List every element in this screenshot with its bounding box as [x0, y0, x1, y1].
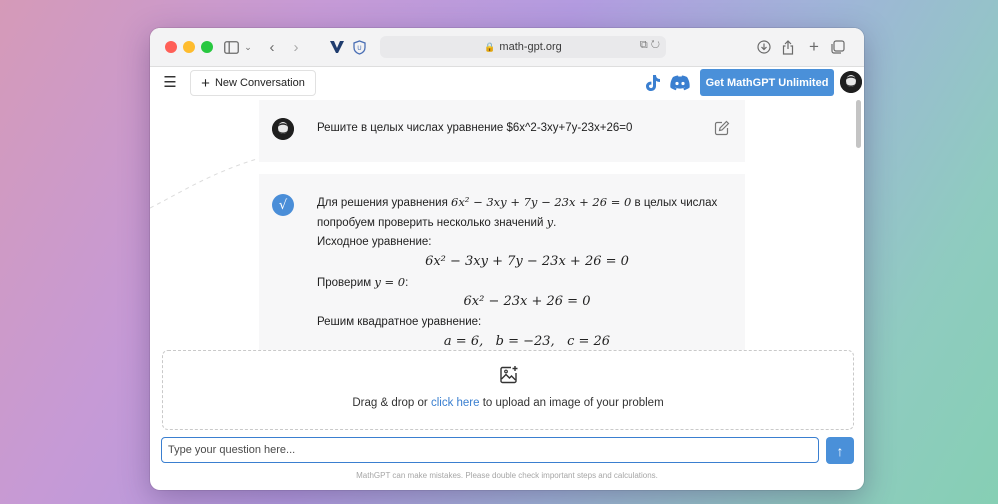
- back-arrow-icon[interactable]: ‹: [264, 37, 280, 57]
- upload-click-here-link[interactable]: click here: [431, 397, 480, 409]
- browser-window: ⌄ ‹ › U 🔒 math-gpt.org ⧉ ↻ + ☰ + New Con…: [150, 28, 864, 490]
- assistant-message-text: Для решения уравнения 6x² − 3xy + 7y − 2…: [317, 192, 737, 352]
- conversation-area: Решите в целых числах уравнение $6x^2-3x…: [150, 98, 864, 380]
- user-message-card: Решите в целых числах уравнение $6x^2-3x…: [259, 100, 745, 162]
- address-bar[interactable]: 🔒 math-gpt.org ⧉ ↻: [380, 36, 666, 58]
- new-conversation-button[interactable]: + New Conversation: [190, 70, 316, 96]
- tiktok-icon[interactable]: [642, 73, 662, 93]
- new-conversation-label: New Conversation: [214, 77, 305, 89]
- scrollbar-thumb[interactable]: [856, 100, 861, 148]
- chevron-down-icon[interactable]: ⌄: [242, 37, 254, 57]
- user-message-text: Решите в целых числах уравнение $6x^2-3x…: [317, 122, 633, 134]
- download-icon[interactable]: [756, 37, 772, 57]
- mathgpt-logo-icon: √: [272, 194, 294, 216]
- answer-line: Для решения уравнения 6x² − 3xy + 7y − 2…: [317, 195, 718, 209]
- forward-arrow-icon[interactable]: ›: [288, 37, 304, 57]
- equation-display: 6x² − 23x + 26 = 0: [463, 294, 591, 309]
- user-message-avatar: [272, 118, 294, 140]
- disclaimer-text: MathGPT can make mistakes. Please double…: [356, 471, 658, 480]
- shield-icon[interactable]: U: [350, 37, 368, 57]
- plus-icon: +: [201, 74, 210, 92]
- vpn-extension-icon[interactable]: [328, 37, 346, 57]
- send-button[interactable]: ↑: [826, 437, 854, 464]
- answer-line: Проверим y = 0:: [317, 275, 409, 289]
- tab-overview-icon[interactable]: [830, 37, 846, 57]
- browser-titlebar: ⌄ ‹ › U 🔒 math-gpt.org ⧉ ↻ +: [150, 28, 864, 67]
- app-header: ☰ + New Conversation Get MathGPT Unlimit…: [150, 67, 864, 97]
- user-avatar[interactable]: [840, 71, 862, 93]
- svg-text:U: U: [357, 45, 361, 52]
- answer-line: попробуем проверить несколько значений y…: [317, 215, 557, 229]
- url-text: math-gpt.org: [499, 41, 562, 53]
- lock-icon: 🔒: [484, 41, 496, 52]
- answer-line: Исходное уравнение:: [317, 236, 432, 248]
- answer-line: Решим квадратное уравнение:: [317, 316, 482, 328]
- discord-icon[interactable]: [669, 74, 691, 92]
- edit-icon[interactable]: [714, 120, 730, 136]
- upload-instructions: Drag & drop or click here to upload an i…: [352, 397, 664, 409]
- decorative-dashed-curve: [150, 157, 260, 209]
- hamburger-menu-icon[interactable]: ☰: [158, 72, 182, 92]
- new-tab-plus-icon[interactable]: +: [806, 37, 822, 57]
- image-upload-dropzone[interactable]: Drag & drop or click here to upload an i…: [162, 350, 854, 430]
- get-unlimited-button[interactable]: Get MathGPT Unlimited: [700, 69, 834, 96]
- minimize-window-button[interactable]: [183, 41, 195, 53]
- sidebar-toggle-icon[interactable]: [222, 37, 240, 57]
- equation-display: a = 6, b = −23, c = 26: [443, 334, 611, 349]
- arrow-up-icon: ↑: [836, 442, 844, 459]
- translate-reload-icon[interactable]: ⧉ ↻: [640, 39, 660, 52]
- add-image-icon: [499, 365, 519, 385]
- equation-display: 6x² − 3xy + 7y − 23x + 26 = 0: [425, 254, 629, 269]
- question-input[interactable]: [161, 437, 819, 463]
- share-icon[interactable]: [780, 37, 796, 57]
- close-window-button[interactable]: [165, 41, 177, 53]
- zoom-window-button[interactable]: [201, 41, 213, 53]
